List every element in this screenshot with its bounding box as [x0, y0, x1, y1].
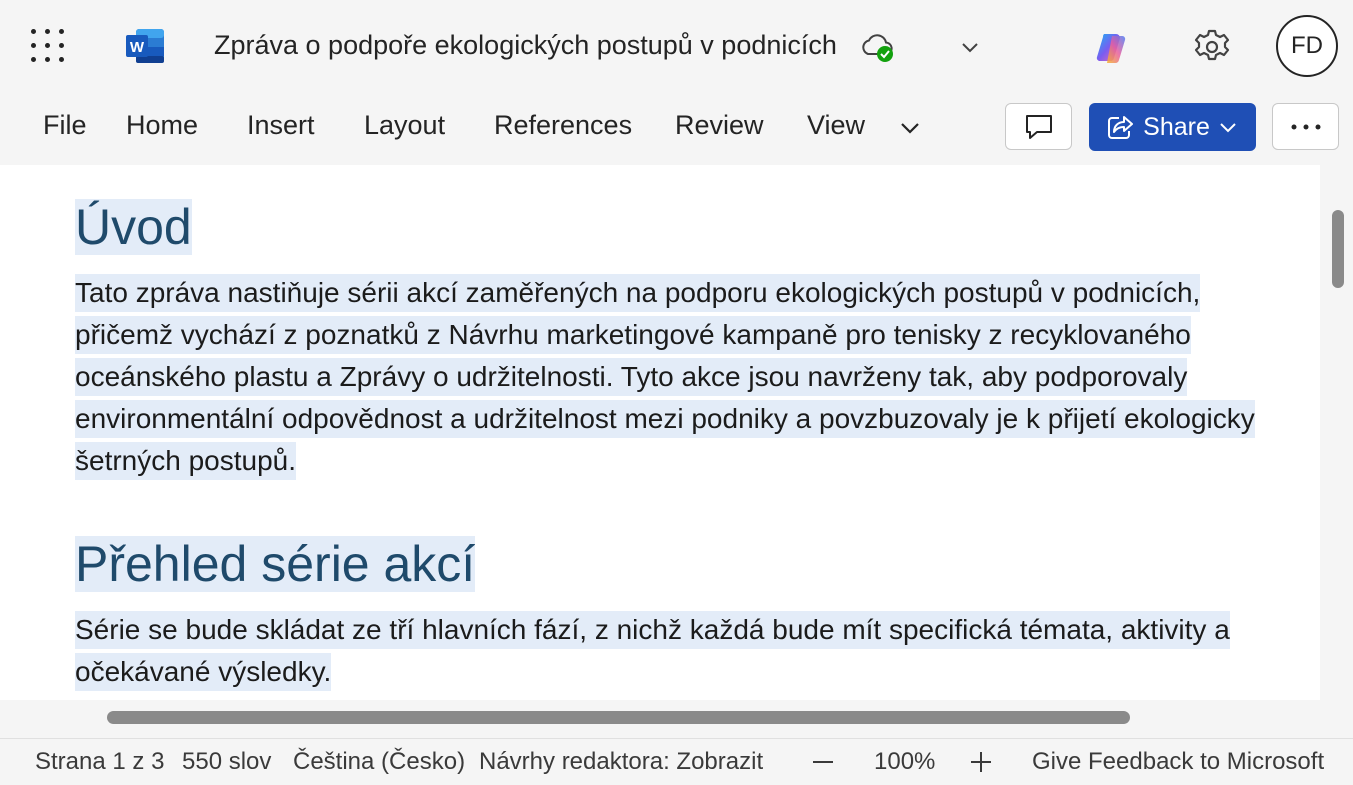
copilot-icon[interactable] — [1094, 28, 1132, 66]
zoom-in-icon[interactable] — [967, 748, 995, 776]
svg-text:W: W — [130, 39, 145, 56]
avatar[interactable]: FD — [1276, 15, 1338, 77]
chevron-down-icon[interactable] — [958, 35, 982, 59]
tab-review[interactable]: Review — [675, 110, 764, 141]
tab-insert[interactable]: Insert — [247, 110, 315, 141]
tab-file[interactable]: File — [43, 110, 87, 141]
share-label: Share — [1143, 112, 1210, 141]
tab-layout[interactable]: Layout — [364, 110, 445, 141]
comment-icon — [1025, 114, 1052, 139]
tab-view[interactable]: View — [807, 110, 865, 141]
word-count[interactable]: 550 slov — [182, 748, 271, 776]
document-title[interactable]: Zpráva o podpoře ekologických postupů v … — [214, 30, 837, 61]
title-bar: W Zpráva o podpoře ekologických postupů … — [0, 0, 1353, 95]
language[interactable]: Čeština (Česko) — [293, 748, 465, 776]
document-canvas[interactable]: Úvod Tato zpráva nastiňuje sérii akcí za… — [0, 165, 1320, 700]
chevron-down-icon — [1220, 123, 1236, 133]
share-icon — [1108, 116, 1134, 139]
tab-home[interactable]: Home — [126, 110, 198, 141]
comments-button[interactable] — [1005, 103, 1072, 150]
vertical-scrollbar-thumb[interactable] — [1332, 210, 1344, 288]
paragraph-event-overview[interactable]: Série se bude skládat ze tří hlavních fá… — [75, 609, 1275, 693]
more-tabs-chevron-icon[interactable] — [896, 114, 924, 142]
editor-suggestions[interactable]: Návrhy redaktora: Zobrazit — [479, 748, 763, 776]
heading-event-overview[interactable]: Přehled série akcí — [75, 532, 476, 596]
paragraph-intro[interactable]: Tato zpráva nastiňuje sérii akcí zaměřen… — [75, 272, 1275, 482]
zoom-out-icon[interactable] — [809, 748, 837, 776]
cloud-saved-icon[interactable] — [860, 30, 898, 64]
word-logo-icon[interactable]: W — [124, 27, 166, 65]
more-options-button[interactable] — [1272, 103, 1339, 150]
horizontal-scrollbar-thumb[interactable] — [107, 711, 1130, 724]
gear-icon[interactable] — [1192, 27, 1232, 67]
tab-references[interactable]: References — [494, 110, 632, 141]
share-button[interactable]: Share — [1089, 103, 1256, 151]
feedback-link[interactable]: Give Feedback to Microsoft — [1032, 748, 1324, 776]
heading-intro[interactable]: Úvod — [75, 195, 192, 259]
zoom-level[interactable]: 100% — [874, 748, 935, 776]
ellipsis-icon — [1291, 124, 1320, 129]
page-count[interactable]: Strana 1 z 3 — [35, 748, 164, 776]
app-launcher-icon[interactable] — [31, 29, 64, 62]
